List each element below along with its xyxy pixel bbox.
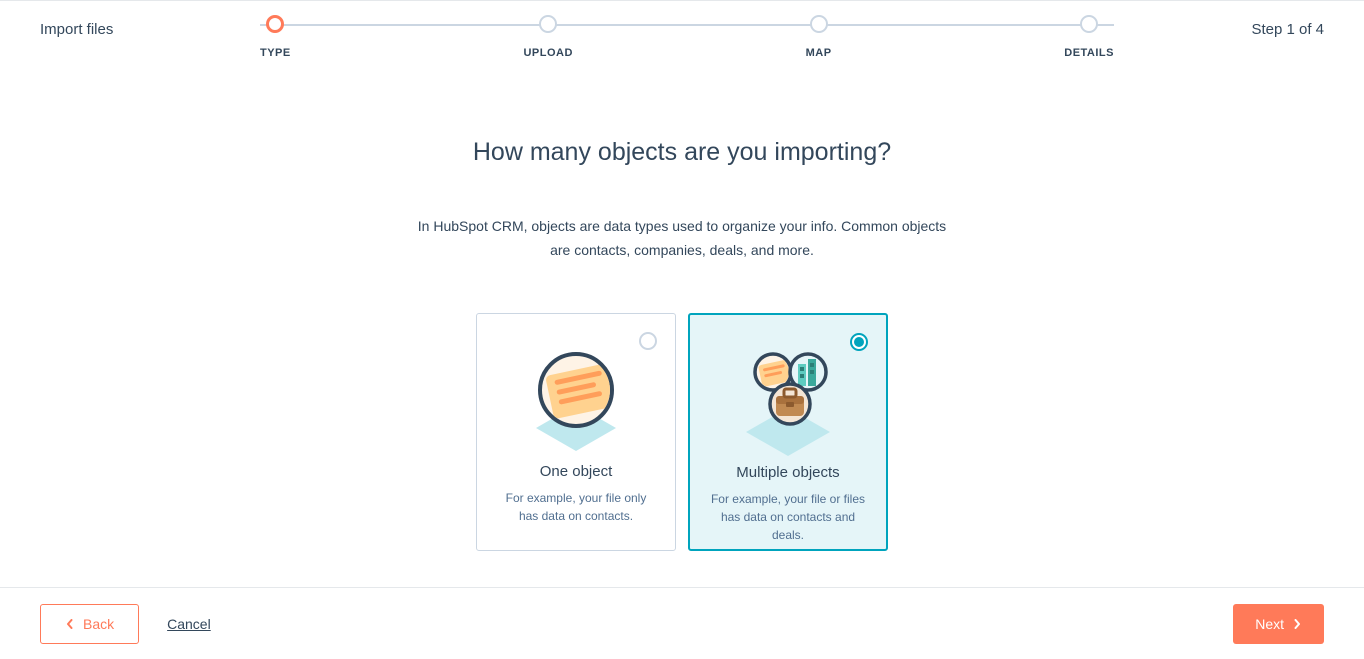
progress-step-label: MAP bbox=[806, 47, 832, 59]
progress-step-label: UPLOAD bbox=[523, 47, 572, 59]
back-button[interactable]: Back bbox=[40, 604, 139, 644]
card-multiple-objects[interactable]: Multiple objects For example, your file … bbox=[688, 313, 888, 551]
cancel-link[interactable]: Cancel bbox=[167, 616, 211, 632]
card-title: Multiple objects bbox=[704, 464, 872, 481]
card-one-object[interactable]: One object For example, your file only h… bbox=[476, 313, 676, 551]
step-counter: Step 1 of 4 bbox=[1251, 21, 1324, 38]
next-button-label: Next bbox=[1255, 616, 1284, 632]
one-object-illustration-icon bbox=[491, 328, 661, 463]
progress-circle-icon bbox=[810, 15, 828, 33]
progress-circle-icon bbox=[539, 15, 557, 33]
progress-step-details[interactable]: DETAILS bbox=[1064, 15, 1114, 59]
chevron-left-icon bbox=[65, 619, 75, 629]
progress-step-map[interactable]: MAP bbox=[806, 15, 832, 59]
main-heading: How many objects are you importing? bbox=[0, 138, 1364, 167]
progress-step-label: TYPE bbox=[260, 47, 291, 59]
radio-unchecked-icon bbox=[639, 332, 657, 350]
progress-step-label: DETAILS bbox=[1064, 47, 1114, 59]
option-cards: One object For example, your file only h… bbox=[0, 313, 1364, 551]
progress-step-upload[interactable]: UPLOAD bbox=[523, 15, 572, 59]
progress-step-type[interactable]: TYPE bbox=[260, 15, 291, 59]
main-panel: How many objects are you importing? In H… bbox=[0, 38, 1364, 551]
wizard-footer: Back Cancel Next bbox=[0, 587, 1364, 659]
wizard-header: Import files TYPE UPLOAD MAP DETAILS Ste… bbox=[0, 1, 1364, 38]
next-button[interactable]: Next bbox=[1233, 604, 1324, 644]
card-description: For example, your file or files has data… bbox=[704, 490, 872, 544]
chevron-right-icon bbox=[1292, 619, 1302, 629]
back-button-label: Back bbox=[83, 616, 114, 632]
page-title: Import files bbox=[40, 21, 200, 38]
card-title: One object bbox=[491, 463, 661, 480]
radio-checked-icon bbox=[850, 333, 868, 351]
progress-circle-icon bbox=[1080, 15, 1098, 33]
progress-stepper: TYPE UPLOAD MAP DETAILS bbox=[260, 15, 1114, 59]
card-description: For example, your file only has data on … bbox=[491, 489, 661, 525]
progress-circle-icon bbox=[266, 15, 284, 33]
main-description: In HubSpot CRM, objects are data types u… bbox=[412, 215, 952, 263]
multiple-objects-illustration-icon bbox=[704, 329, 872, 464]
